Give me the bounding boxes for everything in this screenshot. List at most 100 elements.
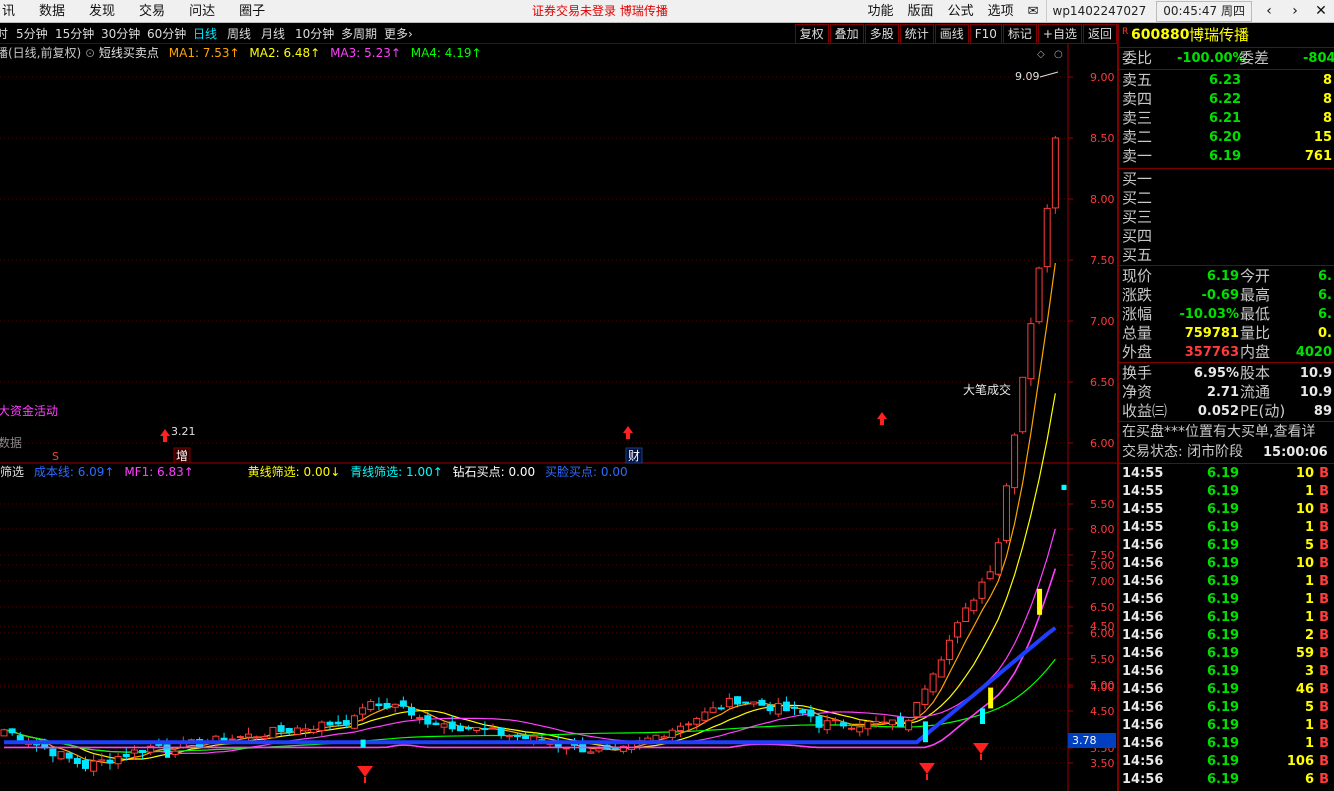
login-notice[interactable]: 证券交易未登录 博瑞传播 (532, 0, 668, 23)
menu-item-info[interactable]: 讯 (0, 0, 27, 23)
tool-f10-button[interactable]: F10 (969, 24, 1002, 44)
close-icon[interactable]: ✕ (1308, 0, 1334, 23)
diamond-icon[interactable]: ◇ (1037, 49, 1045, 60)
chart-corner-icons[interactable]: ◇ ○ (1037, 49, 1063, 60)
big-order-info[interactable]: 在买盘***位置有大买单,查看详 (1122, 423, 1315, 442)
menu-item-formula[interactable]: 公式 (941, 0, 981, 23)
tick-price: 6.19 (1207, 502, 1240, 517)
stock-code[interactable]: 600880 (1131, 26, 1189, 45)
candle-body (49, 748, 57, 757)
menu-item-circle[interactable]: 圈子 (227, 0, 277, 23)
info-row[interactable]: 在买盘***位置有大买单,查看详 (1119, 423, 1334, 442)
ask-row: 卖五 6.23 8 (1119, 71, 1334, 90)
stat-row: 现价 6.19 今开 6. (1119, 267, 1334, 286)
tick-volume: 6 (1304, 772, 1314, 787)
tool-draw-button[interactable]: 画线 (934, 24, 969, 44)
period-15min[interactable]: 15分钟 (55, 24, 94, 44)
candle-body (750, 701, 758, 705)
period-multi[interactable]: 多周期 (341, 24, 377, 44)
candle-body (1035, 267, 1043, 323)
buy-arrow-icon[interactable] (160, 429, 170, 442)
tool-add-watch-button[interactable]: +自选 (1037, 24, 1082, 44)
tick-row: 14:56 6.19 6 B (1119, 771, 1334, 789)
bid-row: 买一 (1119, 170, 1334, 189)
tick-direction: B (1319, 754, 1329, 769)
tool-mark-button[interactable]: 标记 (1002, 24, 1037, 44)
candle-body (937, 659, 945, 678)
menu-item-ask[interactable]: 问达 (177, 0, 227, 23)
ma-line (3, 262, 1056, 764)
price-chart-svg[interactable]: 9.00 8.50 8.00 7.50 7.00 6.50 6.00 5.50 5.00 4.50… (0, 44, 1117, 791)
axis-tick-label: 8.00 (1090, 193, 1115, 206)
tick-row: 14:56 6.19 1 B (1119, 717, 1334, 735)
period-5min[interactable]: 5分钟 (16, 24, 48, 44)
candle-body (717, 707, 725, 710)
menu-item-layout[interactable]: 版面 (901, 0, 941, 23)
stat-label: 涨幅 (1122, 305, 1153, 323)
period-weekly[interactable]: 周线 (227, 24, 251, 44)
marker-s[interactable]: S (52, 450, 59, 463)
candle-body (628, 742, 636, 751)
tool-back-button[interactable]: 返回 (1082, 24, 1117, 44)
axis-tick-label: 7.50 (1090, 549, 1115, 562)
chart-area[interactable]: 9.00 8.50 8.00 7.50 7.00 6.50 6.00 5.50 5.00 4.50… (0, 44, 1117, 791)
stock-name[interactable]: 博瑞传播 (1189, 26, 1249, 45)
candle-body (269, 726, 277, 739)
tick-volume: 1 (1304, 592, 1314, 607)
tick-time: 14:55 (1122, 466, 1164, 481)
stat-label: 净资 (1122, 383, 1153, 401)
marker-zeng[interactable]: 增 (176, 449, 188, 463)
candle-body (302, 728, 310, 732)
candle-body (986, 571, 994, 580)
candle-body (864, 721, 872, 730)
menu-item-function[interactable]: 功能 (861, 0, 901, 23)
candle-body (897, 716, 904, 727)
buy-arrow-icon[interactable] (877, 412, 887, 425)
candle-body (375, 703, 383, 707)
stat-value: 357763 (1184, 345, 1239, 360)
ask-label: 卖一 (1122, 147, 1153, 165)
candle-body (16, 735, 24, 742)
stat-value-2: 4020 (1295, 345, 1332, 360)
tool-multi-stock-button[interactable]: 多股 (864, 24, 899, 44)
user-id[interactable]: wp1402247027 (1045, 0, 1153, 23)
tool-restore-right-button[interactable]: 复权 (794, 24, 829, 44)
circle-icon[interactable]: ○ (1054, 49, 1063, 60)
period-daily[interactable]: 日线 (193, 24, 217, 44)
period-monthly[interactable]: 月线 (261, 24, 285, 44)
candle-body (98, 759, 106, 762)
tick-direction: B (1319, 628, 1329, 643)
period-30min[interactable]: 30分钟 (101, 24, 140, 44)
candle-body (522, 734, 530, 740)
candle-body (367, 701, 375, 710)
menu-item-options[interactable]: 选项 (981, 0, 1021, 23)
tool-overlay-button[interactable]: 叠加 (829, 24, 864, 44)
period-10min[interactable]: 10分钟 (295, 24, 334, 44)
indicator-icon[interactable]: ⊙ (85, 46, 95, 60)
tick-time: 14:55 (1122, 502, 1164, 517)
diamond-buy-icon[interactable] (357, 766, 373, 777)
menu-item-discover[interactable]: 发现 (77, 0, 127, 23)
mail-icon[interactable]: ✉ (1021, 0, 1046, 23)
candle-body (587, 751, 595, 754)
menu-item-trade[interactable]: 交易 (127, 0, 177, 23)
tick-volume: 5 (1304, 538, 1314, 553)
tool-stats-button[interactable]: 统计 (899, 24, 934, 44)
marker-cai[interactable]: 财 (628, 449, 640, 463)
candle-body (456, 725, 464, 732)
buy-arrow-icon[interactable] (623, 426, 633, 439)
period-60min[interactable]: 60分钟 (147, 24, 186, 44)
candle-body (774, 703, 782, 715)
forward-icon[interactable]: › (1282, 0, 1308, 23)
back-icon[interactable]: ‹ (1256, 0, 1282, 23)
menu-item-data[interactable]: 数据 (27, 0, 77, 23)
tick-row: 14:56 6.19 1 B (1119, 573, 1334, 591)
period-time[interactable]: 时 (0, 24, 8, 44)
tick-price: 6.19 (1207, 772, 1240, 787)
signal-bar (1037, 588, 1043, 615)
diamond-buy-icon[interactable] (919, 763, 935, 774)
diamond-buy-icon[interactable] (973, 743, 989, 754)
indicator-name[interactable]: 短线买卖点 (99, 46, 159, 60)
candle-body (595, 748, 603, 752)
period-more[interactable]: 更多› (384, 24, 413, 44)
